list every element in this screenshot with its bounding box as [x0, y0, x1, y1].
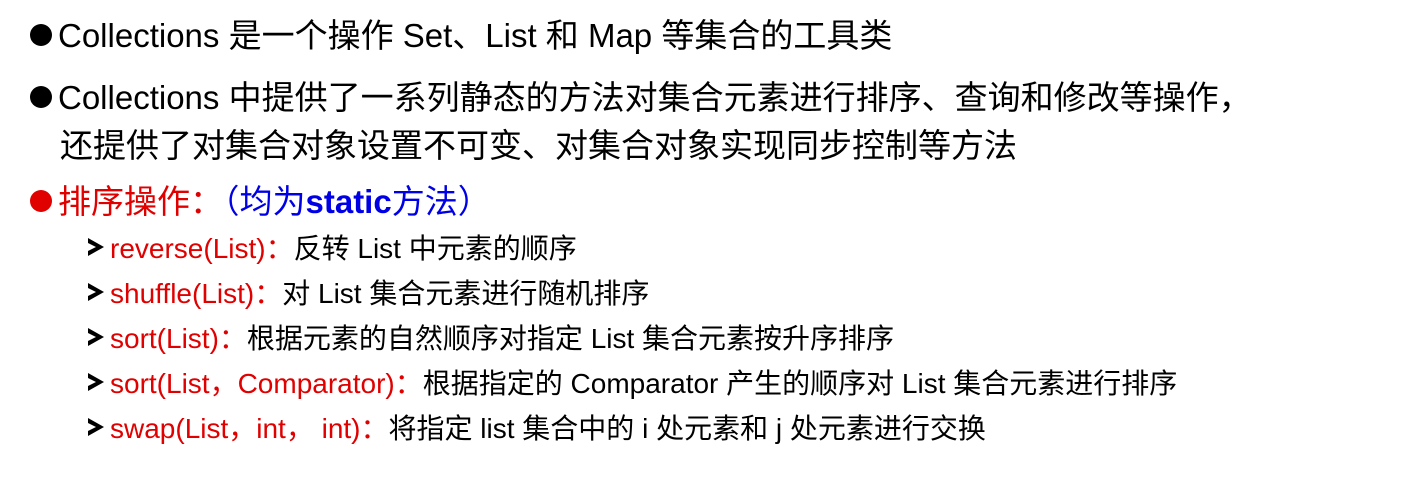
bullet-text: Collections 是一个操作 Set、List 和 Map 等集合的工具类: [58, 17, 893, 54]
method-item-swap: swap(List，int， int)：将指定 list 集合中的 i 处元素和…: [88, 412, 986, 446]
arrow-bullet-icon: [88, 418, 104, 436]
section-note-close: 方法）: [391, 183, 491, 220]
section-colon: ：: [190, 183, 223, 220]
method-description: 对 List 集合元素进行随机排序: [282, 278, 650, 309]
bullet-collections-intro: Collections 是一个操作 Set、List 和 Map 等集合的工具类: [30, 16, 892, 56]
method-signature: reverse(List): [110, 233, 266, 264]
method-item-shuffle: shuffle(List)：对 List 集合元素进行随机排序: [88, 277, 649, 311]
section-heading-sort-operations: 排序操作：（均为static方法）: [30, 182, 491, 222]
bullet-dot-icon: [30, 190, 52, 212]
arrow-bullet-icon: [88, 238, 104, 256]
arrow-bullet-icon: [88, 328, 104, 346]
bullet-collections-methods: Collections 中提供了一系列静态的方法对集合元素进行排序、查询和修改等…: [30, 78, 1252, 118]
method-description: 将指定 list 集合中的 i 处元素和 j 处元素进行交换: [388, 413, 986, 444]
method-separator: ：: [394, 368, 423, 399]
bullet-collections-methods-continued: 还提供了对集合对象设置不可变、对集合对象实现同步控制等方法: [60, 126, 1017, 166]
slide: Collections 是一个操作 Set、List 和 Map 等集合的工具类…: [0, 0, 1420, 495]
method-item-sort: sort(List)：根据元素的自然顺序对指定 List 集合元素按升序排序: [88, 322, 894, 356]
bullet-dot-icon: [30, 24, 52, 46]
section-note-open: （均为: [223, 183, 306, 220]
method-description: 根据元素的自然顺序对指定 List 集合元素按升序排序: [246, 323, 895, 354]
method-signature: swap(List，int， int): [110, 413, 361, 444]
method-signature: shuffle(List): [110, 278, 255, 309]
method-description: 根据指定的 Comparator 产生的顺序对 List 集合元素进行排序: [422, 368, 1178, 399]
arrow-bullet-icon: [88, 373, 104, 391]
bullet-text-line1: Collections 中提供了一系列静态的方法对集合元素进行排序、查询和修改等…: [58, 79, 1252, 116]
method-signature: sort(List，Comparator): [110, 368, 395, 399]
section-note-keyword: static: [305, 183, 392, 220]
bullet-dot-icon: [30, 86, 52, 108]
method-item-sort-comparator: sort(List，Comparator)：根据指定的 Comparator 产…: [88, 367, 1177, 401]
method-separator: ：: [218, 323, 247, 354]
method-separator: ：: [360, 413, 389, 444]
method-item-reverse: reverse(List)：反转 List 中元素的顺序: [88, 232, 577, 266]
section-title: 排序操作: [58, 183, 190, 220]
method-separator: ：: [254, 278, 283, 309]
method-signature: sort(List): [110, 323, 219, 354]
section-note: （均为static方法）: [223, 183, 491, 220]
bullet-text-line2: 还提供了对集合对象设置不可变、对集合对象实现同步控制等方法: [60, 127, 1017, 164]
method-description: 反转 List 中元素的顺序: [293, 233, 577, 264]
arrow-bullet-icon: [88, 283, 104, 301]
method-separator: ：: [265, 233, 294, 264]
